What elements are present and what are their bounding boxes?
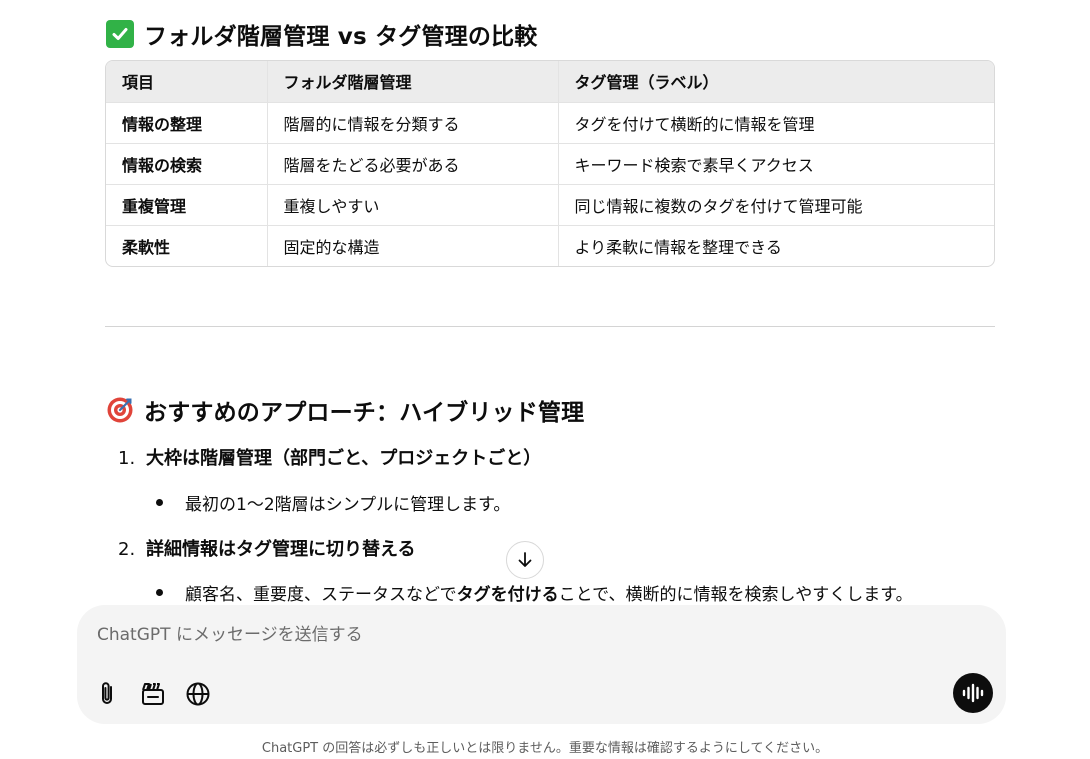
bullet-dot xyxy=(156,499,163,506)
bullet-text: ことで、横断的に情報を検索しやすくします。 xyxy=(558,585,913,605)
chat-page: フォルダ階層管理 vs タグ管理の比較 項目 フォルダ階層管理 タグ管理（ラベル… xyxy=(0,0,1090,759)
table-row: 情報の整理 階層的に情報を分類する タグを付けて横断的に情報を管理 xyxy=(106,102,994,144)
table-cell: 固定的な構造 xyxy=(267,225,559,266)
horizontal-divider xyxy=(105,326,995,327)
arrow-down-icon xyxy=(518,552,532,567)
voice-mode-icon xyxy=(962,683,984,703)
paperclip-icon xyxy=(102,682,112,704)
table-row: 情報の検索 階層をたどる必要がある キーワード検索で素早くアクセス xyxy=(106,143,994,185)
clapperboard-icon xyxy=(142,683,164,705)
section-heading-text: おすすめのアプローチ：ハイブリッド管理 xyxy=(144,400,585,426)
scroll-to-bottom-button[interactable] xyxy=(506,541,544,579)
table-header-cell: 項目 xyxy=(106,61,268,103)
table-header-cell: フォルダ階層管理 xyxy=(267,61,559,103)
tools-button[interactable] xyxy=(138,679,168,709)
search-web-button[interactable] xyxy=(183,679,213,709)
bullet-text-bold: タグを付ける xyxy=(456,585,559,605)
section-heading-comparison: フォルダ階層管理 vs タグ管理の比較 xyxy=(106,17,538,51)
table-cell: 情報の検索 xyxy=(106,143,268,185)
list-item-text: 大枠は階層管理（部門ごと、プロジェクトごと） xyxy=(146,448,542,469)
list-bullet-item: 最初の1〜2階層はシンプルに管理します。 xyxy=(156,490,510,515)
list-item: 1. 大枠は階層管理（部門ごと、プロジェクトごと） xyxy=(118,444,541,470)
table-cell: 階層的に情報を分類する xyxy=(267,102,559,144)
table-cell: 重複管理 xyxy=(106,184,268,226)
section-heading-approach: おすすめのアプローチ：ハイブリッド管理 xyxy=(106,393,584,427)
table-cell: 同じ情報に複数のタグを付けて管理可能 xyxy=(558,184,994,226)
bullseye-icon xyxy=(106,396,134,424)
table-header-cell: タグ管理（ラベル） xyxy=(558,61,994,103)
table-header-row: 項目 フォルダ階層管理 タグ管理（ラベル） xyxy=(106,61,994,103)
table-cell: タグを付けて横断的に情報を管理 xyxy=(558,102,994,144)
message-input[interactable] xyxy=(97,625,957,645)
section-heading-text: フォルダ階層管理 vs タグ管理の比較 xyxy=(144,24,538,50)
table-row: 柔軟性 固定的な構造 より柔軟に情報を整理できる xyxy=(106,225,994,266)
table-cell: 階層をたどる必要がある xyxy=(267,143,559,185)
bullet-text: 顧客名、重要度、ステータスなどで xyxy=(185,585,457,605)
table-cell: 重複しやすい xyxy=(267,184,559,226)
table-cell: 柔軟性 xyxy=(106,225,268,266)
footer-disclaimer: ChatGPT の回答は必ずしも正しいとは限りません。重要な情報は確認するように… xyxy=(261,741,829,756)
table-cell: より柔軟に情報を整理できる xyxy=(574,237,782,257)
voice-mode-button[interactable] xyxy=(953,673,993,713)
globe-icon xyxy=(186,682,210,706)
list-item: 2. 詳細情報はタグ管理に切り替える xyxy=(118,535,415,561)
list-item-text: 詳細情報は xyxy=(146,539,236,560)
table-cell: 情報の整理 xyxy=(106,102,268,144)
check-mark-button-icon xyxy=(106,20,134,48)
attach-button[interactable] xyxy=(93,679,123,709)
list-bullet-item: 顧客名、重要度、ステータスなどでタグを付けることで、横断的に情報を検索しやすくし… xyxy=(156,580,913,605)
comparison-table: 項目 フォルダ階層管理 タグ管理（ラベル） 情報の整理 階層的に情報を分類する … xyxy=(105,60,995,267)
bullet-dot xyxy=(156,589,163,596)
bullet-text: 最初の1〜2階層はシンプルに管理します。 xyxy=(185,495,511,515)
table-row: 重複管理 重複しやすい 同じ情報に複数のタグを付けて管理可能 xyxy=(106,184,994,226)
list-number: 1. xyxy=(118,448,136,469)
list-number: 2. xyxy=(118,539,136,560)
list-item-text: タグ管理に切り替える xyxy=(236,539,416,560)
table-cell: キーワード検索で素早くアクセス xyxy=(558,143,994,185)
message-composer xyxy=(77,605,1006,724)
